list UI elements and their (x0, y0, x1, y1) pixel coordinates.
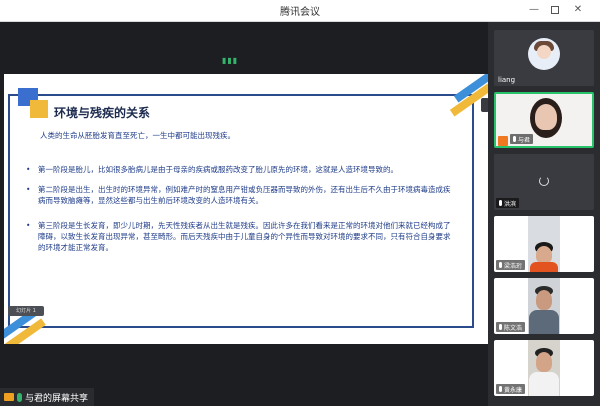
participant-tile[interactable]: 洪滨 (494, 154, 594, 210)
signal-icon: ▮▮▮ (222, 56, 239, 65)
slide-title: 环境与残疾的关系 (54, 106, 151, 120)
mic-icon (17, 392, 22, 402)
participant-name-tag: 陈文浩 (496, 322, 526, 332)
slide-bullet: • 第一阶段是胎儿，比如很多胎病儿是由于母亲的疾病或服药改变了胎儿原先的环境，这… (26, 164, 456, 175)
mic-icon (499, 200, 502, 206)
participant-tile-active[interactable]: 与君 (494, 92, 594, 148)
screen-share-label: 与君的屏幕共享 (0, 388, 95, 406)
mic-icon (499, 262, 502, 268)
window-title: 腾讯会议 (280, 7, 320, 18)
close-button[interactable]: ✕ (570, 2, 586, 18)
participant-name-tag: 黄永康 (496, 384, 526, 394)
decor-square-yellow (30, 100, 48, 118)
bullet-text: 第三阶段是生长发育，即少儿时期，先天性残疾者从出生就是残疾。因此许多在我们看来是… (38, 221, 451, 252)
slide-intro: 人类的生命从胚胎发育直至死亡，一生中都可能出现残疾。 (40, 131, 235, 140)
mic-icon (499, 386, 502, 392)
avatar (528, 38, 560, 70)
video-person-shirt (529, 310, 559, 334)
participant-name: 梁浩珩 (504, 262, 523, 270)
participant-name-tag: 与君 (510, 134, 534, 144)
mic-icon (499, 324, 502, 330)
participant-name-tag: 梁浩珩 (496, 260, 526, 270)
video-person (536, 352, 552, 372)
participant-tile[interactable]: 陈文浩 (494, 278, 594, 334)
participant-tile[interactable]: 黄永康 (494, 340, 594, 396)
shared-slide: 环境与残疾的关系 人类的生命从胚胎发育直至死亡，一生中都可能出现残疾。 • 第一… (4, 74, 488, 344)
participant-tile[interactable]: 梁浩珩 (494, 216, 594, 272)
slide-bullet: • 第二阶段是出生，出生时的环境异常，例如难产时的窒息用产钳或负压器而导致的外伤… (26, 184, 456, 206)
participant-name-tag: 洪滨 (496, 198, 520, 208)
participant-name: 黄永康 (504, 386, 523, 394)
maximize-icon (551, 6, 559, 14)
bullet-marker: • (26, 221, 31, 230)
participant-name: 与君 (518, 136, 531, 144)
participant-panel: liang 与君 洪滨 梁浩珩 陈文浩 黄永康 (488, 22, 600, 406)
participant-name: 洪滨 (504, 200, 517, 208)
screen-share-icon (4, 393, 14, 401)
slide-tag: 幻灯片 1 (8, 306, 44, 316)
participant-tile[interactable]: liang (494, 30, 594, 86)
video-person (536, 290, 552, 310)
video-person-shirt (529, 372, 559, 396)
video-person (535, 104, 557, 130)
participant-name: liang (498, 76, 516, 84)
slide-bullet: • 第三阶段是生长发育，即少儿时期，先天性残疾者从出生就是残疾。因此许多在我们看… (26, 220, 456, 253)
participant-name: 陈文浩 (504, 324, 523, 332)
share-label-text: 与君的屏幕共享 (25, 393, 89, 404)
host-badge-icon (498, 136, 508, 146)
avatar-face (537, 45, 551, 59)
bullet-text: 第一阶段是胎儿，比如很多胎病儿是由于母亲的疾病或服药改变了胎儿原先的环境，这就是… (38, 165, 398, 174)
video-person-shirt (530, 262, 558, 272)
mic-icon (513, 136, 516, 142)
bullet-marker: • (26, 185, 31, 194)
bullet-marker: • (26, 165, 31, 174)
title-bar: 腾讯会议 — ✕ (0, 0, 600, 22)
bullet-text: 第二阶段是出生，出生时的环境异常，例如难产时的窒息用产钳或负压器而导致的外伤，还… (38, 185, 451, 205)
maximize-button[interactable] (547, 2, 563, 18)
loading-spinner-icon (539, 176, 549, 186)
minimize-button[interactable]: — (526, 2, 542, 18)
